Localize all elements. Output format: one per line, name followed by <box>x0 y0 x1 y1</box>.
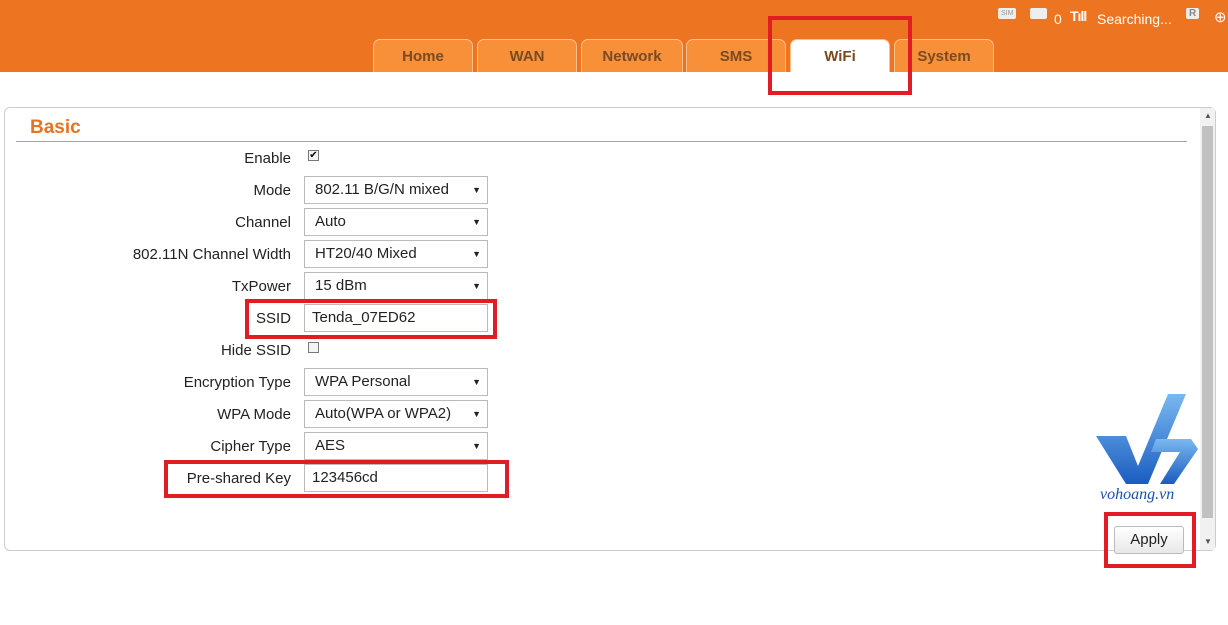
scroll-down-icon[interactable]: ▼ <box>1204 537 1212 546</box>
divider <box>16 141 1187 142</box>
scrollbar-thumb[interactable] <box>1202 126 1213 518</box>
highlight-apply <box>1104 512 1196 568</box>
chevron-down-icon: ▼ <box>472 281 481 291</box>
signal-icon: Tıll <box>1070 8 1087 24</box>
watermark-text: vohoang.vn <box>1100 486 1175 503</box>
hide-ssid-label: Hide SSID <box>220 342 291 359</box>
hide-ssid-checkbox[interactable] <box>308 342 319 353</box>
cipher-select[interactable]: AES ▼ <box>304 432 488 460</box>
chevron-down-icon: ▼ <box>472 217 481 227</box>
chevron-down-icon: ▼ <box>472 185 481 195</box>
enable-label: Enable <box>244 150 291 167</box>
chevron-down-icon: ▼ <box>472 409 481 419</box>
txpower-label: TxPower <box>231 278 291 295</box>
highlight-psk <box>164 460 509 498</box>
network-status: Searching... <box>1097 11 1172 27</box>
section-title: Basic <box>30 117 81 138</box>
channel-select[interactable]: Auto ▼ <box>304 208 488 236</box>
message-icon[interactable] <box>1030 8 1047 19</box>
cipher-label: Cipher Type <box>210 438 291 455</box>
mode-select[interactable]: 802.11 B/G/N mixed ▼ <box>304 176 488 204</box>
channel-width-select[interactable]: HT20/40 Mixed ▼ <box>304 240 488 268</box>
encryption-select[interactable]: WPA Personal ▼ <box>304 368 488 396</box>
tab-home[interactable]: Home <box>373 39 473 72</box>
scroll-up-icon[interactable]: ▲ <box>1204 111 1212 120</box>
wpa-mode-label: WPA Mode <box>217 406 291 423</box>
vh-logo <box>1096 394 1198 484</box>
encryption-label: Encryption Type <box>183 374 291 391</box>
globe-icon[interactable]: ⊕ <box>1214 8 1227 26</box>
wpa-mode-select[interactable]: Auto(WPA or WPA2) ▼ <box>304 400 488 428</box>
mode-label: Mode <box>253 182 291 199</box>
highlight-ssid <box>245 299 497 339</box>
channel-width-label: 802.11N Channel Width <box>132 246 291 263</box>
tab-wan[interactable]: WAN <box>477 39 577 72</box>
tab-network[interactable]: Network <box>581 39 683 72</box>
sim-icon: SIM <box>998 8 1017 19</box>
txpower-select[interactable]: 15 dBm ▼ <box>304 272 488 300</box>
highlight-wifi-tab <box>768 16 912 95</box>
header-bar: SIM 0 Tıll Searching... R ⊕ Home WAN Net… <box>0 0 1228 72</box>
enable-checkbox[interactable]: ✔ <box>308 150 319 161</box>
chevron-down-icon: ▼ <box>472 377 481 387</box>
channel-label: Channel <box>235 214 291 231</box>
chevron-down-icon: ▼ <box>472 441 481 451</box>
sms-count: 0 <box>1054 11 1062 27</box>
chevron-down-icon: ▼ <box>472 249 481 259</box>
roaming-icon: R <box>1186 8 1200 19</box>
